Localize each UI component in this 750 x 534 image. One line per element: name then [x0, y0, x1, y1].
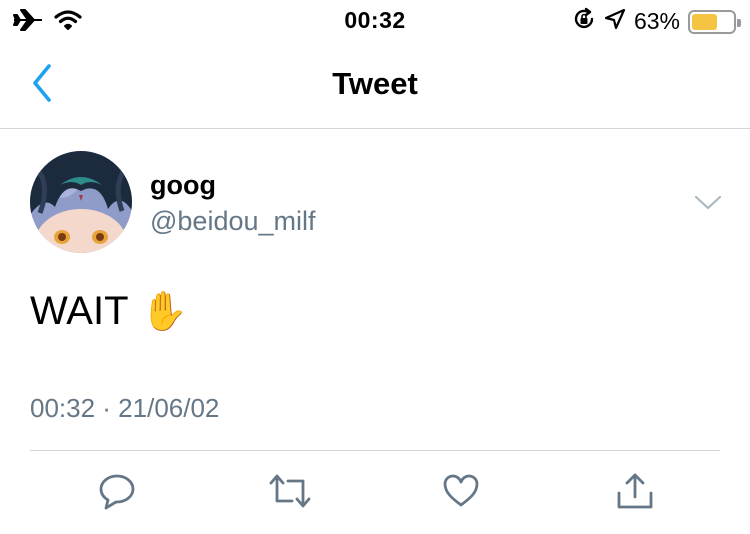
user-handle[interactable]: @beidou_milf — [150, 206, 316, 237]
divider — [30, 450, 720, 451]
battery-icon — [688, 9, 741, 34]
like-icon — [441, 471, 481, 516]
like-button[interactable] — [439, 471, 483, 515]
nav-bar: Tweet — [0, 40, 750, 129]
retweet-button[interactable] — [268, 471, 312, 515]
reply-button[interactable] — [95, 471, 139, 515]
tweet-text: WAIT ✋ — [30, 289, 188, 334]
tweet-timestamp: 00:32 · 21/06/02 — [30, 393, 220, 423]
share-button[interactable] — [613, 471, 657, 515]
share-icon — [615, 471, 655, 516]
retweet-icon — [268, 471, 312, 516]
display-name[interactable]: goog — [150, 170, 216, 201]
battery-level — [692, 13, 718, 30]
tweet-options-button[interactable] — [690, 189, 726, 217]
battery-percent: 63% — [633, 8, 680, 34]
reply-icon — [97, 471, 137, 516]
raised-hand-emoji: ✋ — [140, 290, 188, 333]
status-right: 63% — [572, 7, 741, 36]
battery-cap — [737, 18, 741, 27]
location-icon — [604, 8, 626, 35]
tweet-actions — [0, 471, 750, 517]
page-title: Tweet — [332, 66, 418, 101]
tweet: goog @beidou_milf WAIT ✋ 00:32 · 21/06/0… — [0, 129, 750, 534]
avatar[interactable] — [30, 151, 132, 253]
rotation-lock-icon — [572, 7, 596, 36]
chevron-down-icon — [690, 195, 726, 221]
status-bar: 00:32 63% — [0, 0, 750, 40]
tweet-text-body: WAIT — [30, 289, 129, 333]
